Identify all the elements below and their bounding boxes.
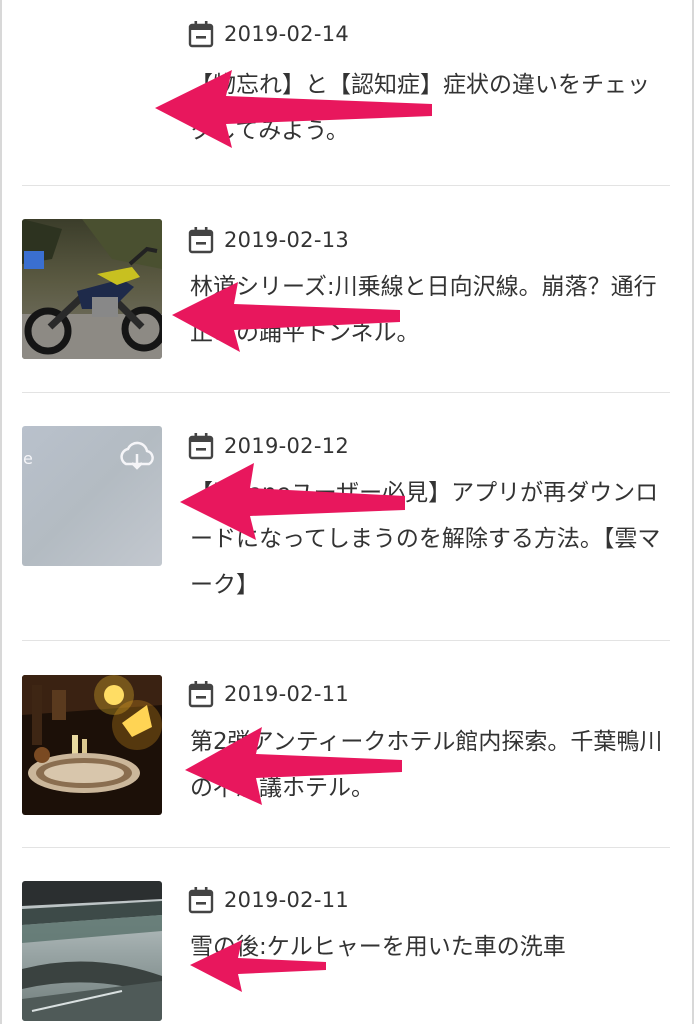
post-date: 2019-02-13 xyxy=(224,228,350,252)
post-meta: 2019-02-11 xyxy=(188,680,349,708)
calendar-icon xyxy=(188,681,214,708)
post-item[interactable]: 2019-02-14 【物忘れ】と【認知症】症状の違いをチェックしてみよう。 xyxy=(22,0,670,185)
post-title[interactable]: 林道シリーズ:川乗線と日向沢線。崩落？通行止めの踊平トンネル。 xyxy=(190,264,665,356)
post-item[interactable]: 2019-02-11 第2弾アンティークホテル館内探索。千葉鴨川の不思議ホテル。 xyxy=(22,641,670,847)
post-meta: 2019-02-14 xyxy=(188,20,349,48)
post-meta: 2019-02-13 xyxy=(188,226,349,254)
calendar-icon xyxy=(188,21,214,48)
calendar-icon xyxy=(188,227,214,254)
post-date: 2019-02-11 xyxy=(224,888,350,912)
post-title[interactable]: 第2弾アンティークホテル館内探索。千葉鴨川の不思議ホテル。 xyxy=(190,719,665,811)
post-meta: 2019-02-12 xyxy=(188,432,349,460)
post-title[interactable]: 【物忘れ】と【認知症】症状の違いをチェックしてみよう。 xyxy=(190,62,665,154)
post-thumbnail-car-wash[interactable] xyxy=(22,881,162,1021)
post-item[interactable]: 2019-02-13 林道シリーズ:川乗線と日向沢線。崩落？通行止めの踊平トンネ… xyxy=(22,186,670,392)
svg-text:e: e xyxy=(23,449,33,468)
post-thumbnail-antique-hotel[interactable] xyxy=(22,675,162,815)
post-meta: 2019-02-11 xyxy=(188,886,349,914)
calendar-icon xyxy=(188,433,214,460)
post-item[interactable]: 2019-02-11 雪の後:ケルヒャーを用いた車の洗車 xyxy=(22,848,670,1024)
post-list-page: 2019-02-14 【物忘れ】と【認知症】症状の違いをチェックしてみよう。 2… xyxy=(0,0,694,1024)
post-date: 2019-02-14 xyxy=(224,22,350,46)
post-title[interactable]: 雪の後:ケルヒャーを用いた車の洗車 xyxy=(190,924,665,970)
post-thumbnail-motorcycle[interactable] xyxy=(22,219,162,359)
post-date: 2019-02-12 xyxy=(224,434,350,458)
post-title[interactable]: 【iPhoneユーザー必見】アプリが再ダウンロードになってしまうのを解除する方法… xyxy=(190,470,665,608)
post-date: 2019-02-11 xyxy=(224,682,350,706)
post-thumbnail-cloud-screenshot[interactable]: e xyxy=(22,426,162,566)
post-item[interactable]: e 2019-02-12 【iPhoneユーザー必見】アプリが再ダウンロードにな… xyxy=(22,393,670,640)
calendar-icon xyxy=(188,887,214,914)
left-border xyxy=(0,0,2,1024)
